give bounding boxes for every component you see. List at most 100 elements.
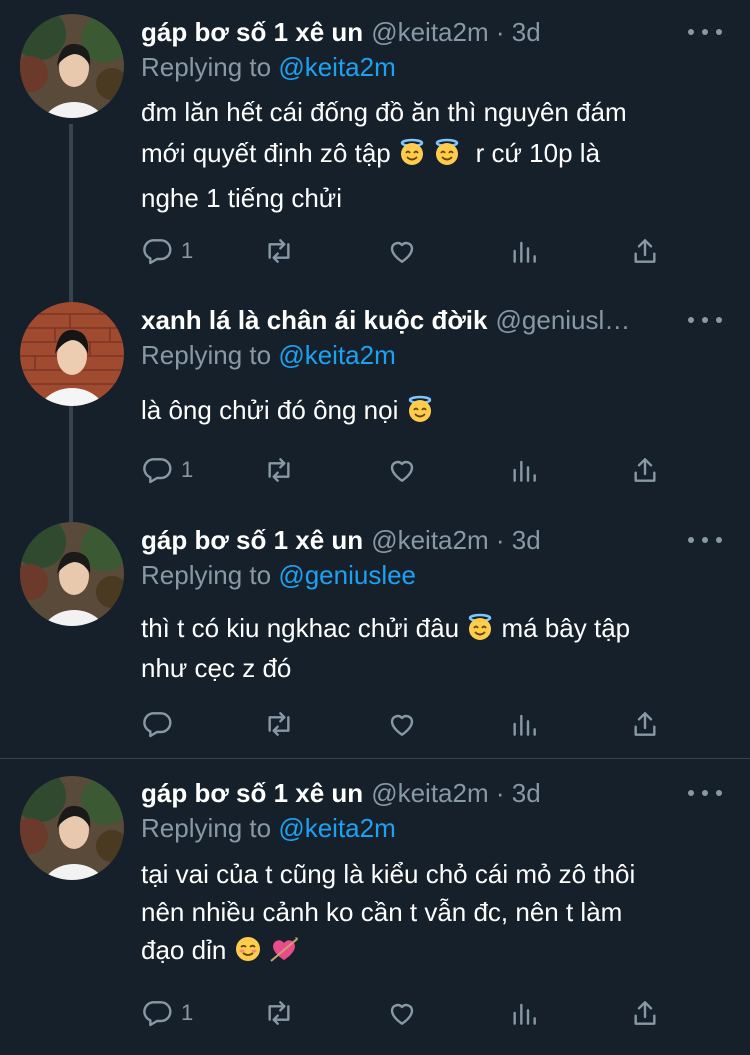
avatar[interactable] xyxy=(20,14,124,118)
analytics-icon xyxy=(513,714,536,736)
retweet-icon xyxy=(268,239,290,263)
share-button[interactable] xyxy=(629,450,661,490)
share-icon xyxy=(634,1001,656,1025)
tweet-text-line: như cẹc z đó xyxy=(141,653,292,683)
tweet-header: gáp bơ số 1 xê un @keita2m · 3d xyxy=(141,773,660,813)
analytics-icon xyxy=(513,241,536,263)
mention-link[interactable]: @keita2m xyxy=(278,52,395,82)
replying-prefix: Replying to xyxy=(141,52,279,82)
mention-link[interactable]: @keita2m xyxy=(278,340,395,370)
tweet-text-line: nghe 1 tiếng chửi xyxy=(141,183,342,213)
tweet[interactable]: gáp bơ số 1 xê un @keita2m · 3d Replying… xyxy=(0,0,750,290)
more-options-icon[interactable] xyxy=(688,17,722,47)
retweet-button[interactable] xyxy=(263,993,295,1033)
reply-button[interactable]: 1 xyxy=(141,450,193,490)
replying-prefix: Replying to xyxy=(141,340,279,370)
avatar[interactable] xyxy=(20,302,124,406)
tweet-text: đm lăn hết cái đống đồ ăn thì nguyên đám… xyxy=(141,92,716,219)
avatar-photo xyxy=(20,776,124,880)
analytics-button[interactable] xyxy=(508,993,540,1033)
display-name[interactable]: gáp bơ số 1 xê un xyxy=(141,17,363,48)
smiling-face-with-halo-icon xyxy=(433,137,461,178)
tweet-actions: 1 xyxy=(141,450,681,490)
replying-prefix: Replying to xyxy=(141,813,279,843)
analytics-button[interactable] xyxy=(508,231,540,271)
avatar-photo xyxy=(20,302,124,406)
tweet-text: thì t có kiu ngkhac chửi đâu má bây tập … xyxy=(141,610,716,686)
more-options-icon[interactable] xyxy=(688,778,722,808)
retweet-icon xyxy=(268,1001,290,1025)
smiling-face-with-halo-icon xyxy=(398,137,426,178)
tweet-text-line: là ông chửi đó ông nọi xyxy=(141,395,399,425)
handle-and-time[interactable]: @keita2m · 3d xyxy=(371,17,540,48)
heart-icon xyxy=(390,460,414,482)
share-button[interactable] xyxy=(629,231,661,271)
analytics-icon xyxy=(513,460,536,482)
like-button[interactable] xyxy=(386,993,418,1033)
handle-and-time[interactable]: @keita2m · 3d xyxy=(371,525,540,556)
replying-prefix: Replying to xyxy=(141,560,279,590)
more-options-icon[interactable] xyxy=(688,305,722,335)
analytics-button[interactable] xyxy=(508,450,540,490)
reply-icon xyxy=(143,1001,172,1027)
retweet-button[interactable] xyxy=(263,231,295,271)
mention-link[interactable]: @keita2m xyxy=(278,813,395,843)
smiling-face-with-halo-icon xyxy=(466,613,494,650)
reply-count: 1 xyxy=(181,1000,194,1025)
analytics-button[interactable] xyxy=(508,704,540,744)
share-button[interactable] xyxy=(629,993,661,1033)
tweet-actions xyxy=(141,704,681,744)
heart-icon xyxy=(390,241,414,263)
tweet[interactable]: xanh lá là chân ái kuộc đờik @geniusl… R… xyxy=(0,290,750,512)
tweet-actions: 1 xyxy=(141,231,681,271)
reply-button[interactable]: 1 xyxy=(141,993,193,1033)
mention-link[interactable]: @geniuslee xyxy=(278,560,416,590)
tweet[interactable]: gáp bơ số 1 xê un @keita2m · 3d Replying… xyxy=(0,759,750,1055)
tweet-actions: 1 xyxy=(141,993,681,1033)
tweet-header: xanh lá là chân ái kuộc đờik @geniusl… xyxy=(141,300,660,340)
heart-with-arrow-icon xyxy=(269,935,299,973)
avatar-photo xyxy=(20,14,124,118)
handle-and-time[interactable]: @keita2m · 3d xyxy=(371,778,540,809)
retweet-icon xyxy=(268,712,290,736)
tweet-header: gáp bơ số 1 xê un @keita2m · 3d xyxy=(141,12,660,52)
share-button[interactable] xyxy=(629,704,661,744)
heart-icon xyxy=(390,1003,414,1025)
tweet-text-line: mới quyết định zô tập xyxy=(141,138,391,168)
reply-button[interactable]: 1 xyxy=(141,231,193,271)
share-icon xyxy=(634,712,656,736)
reply-icon xyxy=(143,712,172,738)
like-button[interactable] xyxy=(386,231,418,271)
display-name[interactable]: gáp bơ số 1 xê un xyxy=(141,778,363,809)
heart-icon xyxy=(390,714,414,736)
reply-count: 1 xyxy=(181,457,194,482)
tweet-header: gáp bơ số 1 xê un @keita2m · 3d xyxy=(141,520,660,560)
display-name[interactable]: xanh lá là chân ái kuộc đờik xyxy=(141,305,488,336)
tweet-text: là ông chửi đó ông nọi xyxy=(141,390,716,435)
retweet-icon xyxy=(268,458,290,482)
smiling-face-icon xyxy=(234,935,262,973)
reply-button[interactable] xyxy=(141,704,181,744)
tweet[interactable]: gáp bơ số 1 xê un @keita2m · 3d Replying… xyxy=(0,512,750,758)
handle-and-time[interactable]: @geniusl… xyxy=(496,305,631,336)
smiling-face-with-halo-icon xyxy=(406,394,434,435)
tweet-text-line: má bây tập xyxy=(501,613,631,643)
replying-to: Replying to @keita2m xyxy=(141,340,396,371)
replying-to: Replying to @keita2m xyxy=(141,813,396,844)
display-name[interactable]: gáp bơ số 1 xê un xyxy=(141,525,363,556)
avatar[interactable] xyxy=(20,522,124,626)
replying-to: Replying to @keita2m xyxy=(141,52,396,83)
retweet-button[interactable] xyxy=(263,704,295,744)
avatar-photo xyxy=(20,522,124,626)
tweet-text-line: tại vai của t cũng là kiểu chỏ cái mỏ zô… xyxy=(141,859,636,889)
like-button[interactable] xyxy=(386,450,418,490)
retweet-button[interactable] xyxy=(263,450,295,490)
more-options-icon[interactable] xyxy=(688,525,722,555)
tweet-text: tại vai của t cũng là kiểu chỏ cái mỏ zô… xyxy=(141,855,716,973)
avatar[interactable] xyxy=(20,776,124,880)
share-icon xyxy=(634,458,656,482)
tweet-text-line: thì t có kiu ngkhac chửi đâu xyxy=(141,613,460,643)
reply-icon xyxy=(143,458,172,484)
reply-count: 1 xyxy=(181,238,194,263)
like-button[interactable] xyxy=(386,704,418,744)
